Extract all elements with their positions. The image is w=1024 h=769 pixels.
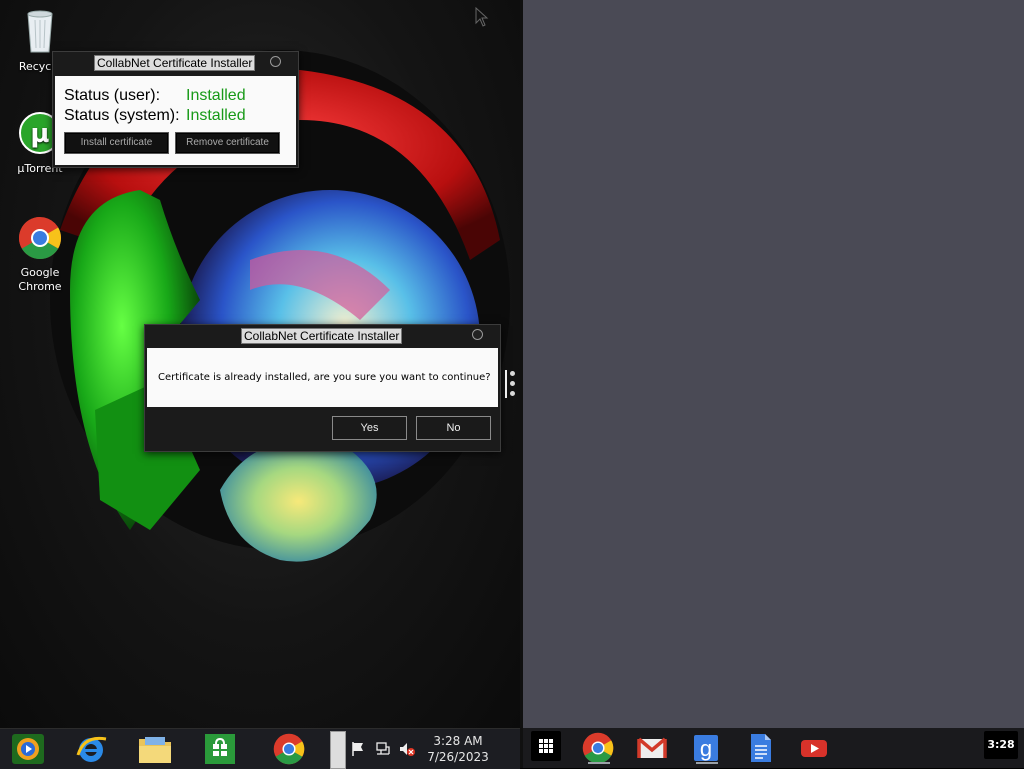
- app-launcher-button[interactable]: [531, 731, 561, 761]
- media-player-icon: [12, 734, 44, 764]
- windows-taskbar: 3:28 AM 7/26/2023: [0, 728, 520, 769]
- taskbar-clock[interactable]: 3:28 AM 7/26/2023: [422, 733, 494, 765]
- windows-desktop: Recycle µ µTorrent Google Chrome CollabN…: [0, 0, 520, 728]
- window-titlebar[interactable]: CollabNet Certificate Installer: [53, 52, 298, 72]
- desktop-icon-google-chrome[interactable]: Google Chrome: [7, 216, 73, 294]
- action-center-flag-icon[interactable]: [350, 741, 366, 757]
- svg-text:g: g: [700, 736, 712, 761]
- shelf-gmail[interactable]: [636, 732, 670, 764]
- youtube-icon: [801, 740, 827, 757]
- volume-muted-icon[interactable]: [399, 741, 415, 757]
- file-explorer-icon: [139, 737, 171, 763]
- desktop-icon-label: Google Chrome: [18, 266, 62, 293]
- split-resize-handle[interactable]: [505, 368, 519, 402]
- running-indicator: [696, 762, 718, 764]
- app-launcher-icon: [539, 739, 553, 753]
- mouse-cursor-icon: [475, 7, 489, 27]
- certificate-installer-window: CollabNet Certificate Installer Status (…: [52, 51, 299, 168]
- close-button[interactable]: [472, 329, 483, 340]
- status-user-value: Installed: [186, 87, 246, 104]
- google-docs-icon: [751, 734, 771, 762]
- yes-button[interactable]: Yes: [332, 416, 407, 440]
- chrome-icon: [273, 733, 305, 765]
- taskbar-time: 3:28 AM: [433, 734, 483, 748]
- confirm-dialog: CollabNet Certificate Installer Certific…: [144, 324, 501, 452]
- taskbar-file-explorer[interactable]: [126, 729, 184, 769]
- taskbar-media-player[interactable]: [0, 729, 58, 769]
- windows-store-icon: [205, 734, 235, 764]
- chrome-icon: [18, 217, 62, 260]
- shelf-clock[interactable]: 3:28: [984, 731, 1018, 759]
- taskbar-windows-store[interactable]: [193, 729, 251, 769]
- network-icon[interactable]: [375, 741, 391, 757]
- chromeos-desktop: [523, 0, 1024, 728]
- dialog-title: CollabNet Certificate Installer: [241, 328, 403, 344]
- taskbar-internet-explorer[interactable]: [63, 729, 121, 769]
- window-title: CollabNet Certificate Installer: [94, 55, 256, 71]
- dialog-body: Certificate is already installed, are yo…: [147, 348, 498, 407]
- status-system-value: Installed: [186, 107, 246, 124]
- chrome-icon: [582, 732, 614, 764]
- taskbar-date: 7/26/2023: [427, 750, 489, 764]
- remove-certificate-button[interactable]: Remove certificate: [175, 132, 280, 154]
- taskbar-scroll-button[interactable]: [330, 731, 346, 769]
- close-button[interactable]: [270, 56, 281, 67]
- status-system-label: Status (system):: [64, 107, 180, 124]
- no-button[interactable]: No: [416, 416, 491, 440]
- taskbar-chrome[interactable]: [262, 729, 320, 769]
- dialog-titlebar[interactable]: CollabNet Certificate Installer: [145, 325, 500, 345]
- shelf-google-docs[interactable]: [744, 732, 778, 764]
- recycle-bin-icon: [27, 10, 53, 53]
- install-certificate-button[interactable]: Install certificate: [64, 132, 169, 154]
- google-search-icon: g: [694, 735, 718, 761]
- svg-text:µ: µ: [30, 119, 49, 149]
- shelf-chrome[interactable]: [582, 732, 616, 764]
- dialog-message: Certificate is already installed, are yo…: [158, 372, 491, 383]
- status-user-label: Status (user):: [64, 87, 161, 104]
- window-body: Status (user): Installed Status (system)…: [55, 76, 296, 165]
- chromeos-shelf: g 3:28: [523, 728, 1024, 768]
- internet-explorer-icon: [76, 736, 107, 762]
- gmail-icon: [637, 737, 667, 758]
- shelf-google-search[interactable]: g: [690, 732, 724, 764]
- running-indicator: [588, 762, 610, 764]
- shelf-youtube[interactable]: [798, 732, 832, 764]
